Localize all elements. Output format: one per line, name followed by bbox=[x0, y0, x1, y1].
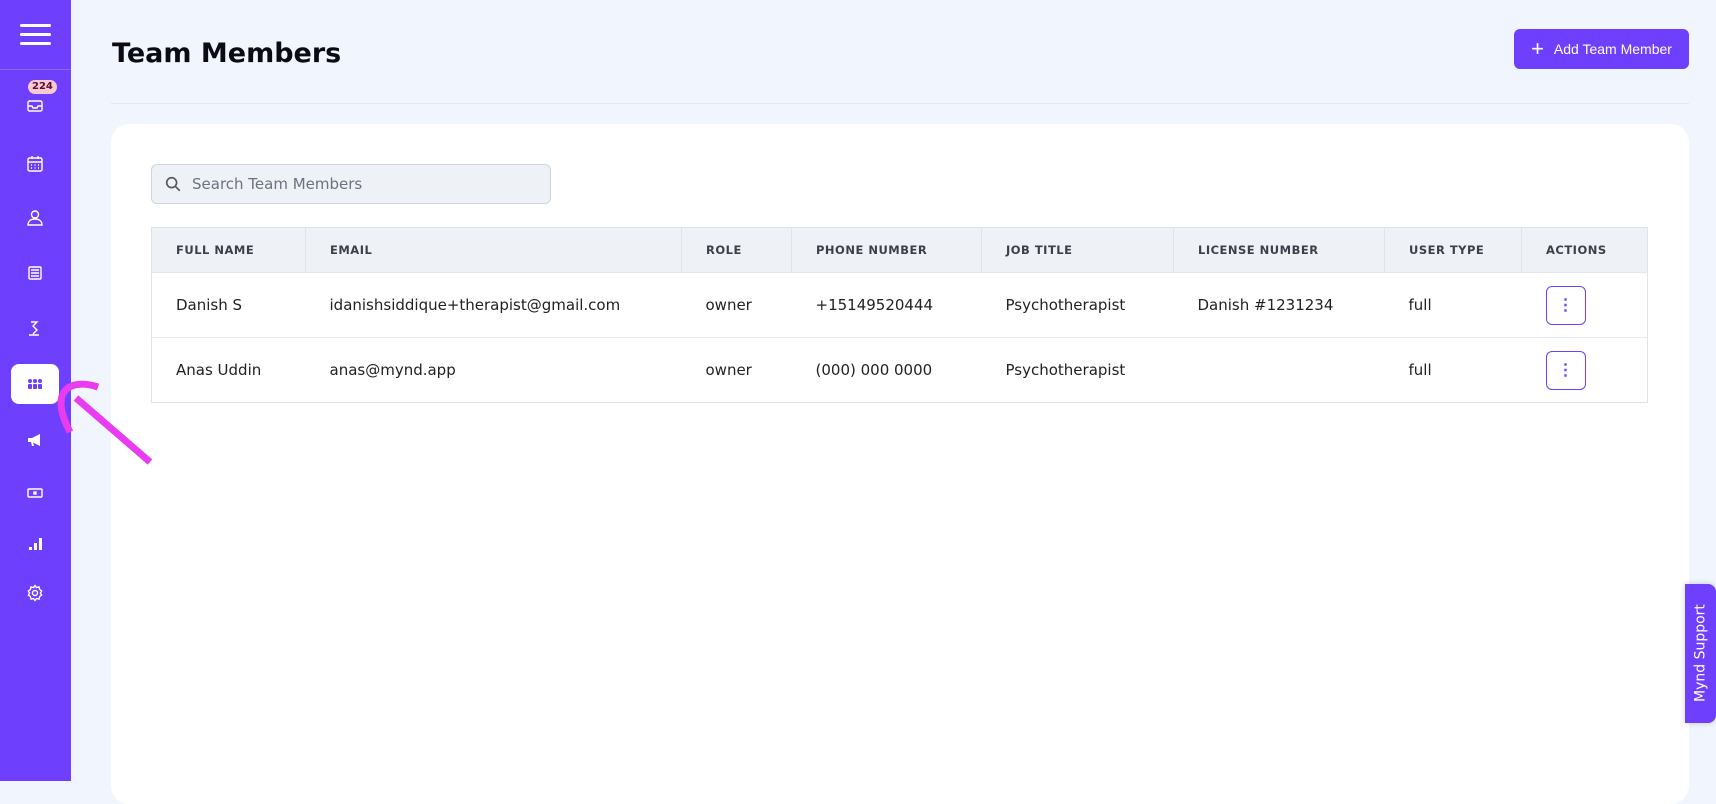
table-header-row: FULL NAME EMAIL ROLE PHONE NUMBER JOB TI… bbox=[151, 227, 1648, 273]
search-icon bbox=[165, 176, 181, 192]
sidebar-item-billing[interactable] bbox=[11, 473, 59, 513]
cell-full-name: Danish S bbox=[151, 272, 306, 338]
inbox-count-badge: 224 bbox=[28, 80, 57, 94]
cell-email: anas@mynd.app bbox=[305, 337, 682, 403]
cell-user-type: full bbox=[1384, 272, 1522, 338]
sidebar: 224 bbox=[0, 0, 71, 781]
money-icon bbox=[27, 488, 43, 498]
header-divider bbox=[111, 103, 1689, 104]
add-team-member-button[interactable]: + Add Team Member bbox=[1514, 29, 1689, 69]
notes-icon bbox=[28, 266, 42, 280]
user-icon bbox=[27, 210, 43, 226]
sidebar-item-marketing[interactable] bbox=[11, 420, 59, 460]
table-row: Danish S idanishsiddique+therapist@gmail… bbox=[151, 272, 1648, 338]
bar-chart-icon bbox=[29, 538, 42, 550]
cell-phone: (000) 000 0000 bbox=[791, 337, 982, 403]
cell-full-name: Anas Uddin bbox=[151, 337, 306, 403]
cell-user-type: full bbox=[1384, 337, 1522, 403]
sidebar-item-reports[interactable] bbox=[11, 524, 59, 564]
sidebar-divider bbox=[0, 69, 71, 70]
hamburger-menu-icon[interactable] bbox=[20, 24, 51, 46]
column-header[interactable]: EMAIL bbox=[305, 227, 682, 273]
team-icon bbox=[28, 379, 42, 389]
column-header[interactable]: ROLE bbox=[681, 227, 792, 273]
cell-license bbox=[1173, 337, 1385, 403]
sidebar-item-calendar[interactable] bbox=[11, 144, 59, 184]
cell-job-title: Psychotherapist bbox=[981, 337, 1174, 403]
row-actions-menu-button[interactable]: ⋮ bbox=[1545, 285, 1586, 325]
row-actions-menu-button[interactable]: ⋮ bbox=[1545, 350, 1586, 390]
column-header[interactable]: LICENSE NUMBER bbox=[1173, 227, 1385, 273]
column-header: ACTIONS bbox=[1521, 227, 1648, 273]
column-header[interactable]: FULL NAME bbox=[151, 227, 306, 273]
sidebar-item-team[interactable] bbox=[11, 364, 59, 404]
cell-role: owner bbox=[681, 337, 792, 403]
sidebar-item-wellness[interactable] bbox=[11, 308, 59, 348]
column-header[interactable]: PHONE NUMBER bbox=[791, 227, 982, 273]
plus-icon: + bbox=[1531, 36, 1544, 61]
search-input[interactable] bbox=[192, 175, 532, 193]
sidebar-item-clients[interactable] bbox=[11, 198, 59, 238]
team-members-card: FULL NAME EMAIL ROLE PHONE NUMBER JOB TI… bbox=[111, 124, 1689, 804]
column-header[interactable]: USER TYPE bbox=[1384, 227, 1522, 273]
mynd-support-tab[interactable]: Mynd Support bbox=[1685, 584, 1716, 723]
sidebar-item-notes[interactable] bbox=[11, 253, 59, 293]
sidebar-item-inbox[interactable]: 224 bbox=[11, 80, 59, 125]
add-team-member-label: Add Team Member bbox=[1553, 41, 1672, 57]
calendar-icon bbox=[27, 156, 43, 172]
cell-phone: +15149520444 bbox=[791, 272, 982, 338]
cell-role: owner bbox=[681, 272, 792, 338]
cell-license: Danish #1231234 bbox=[1173, 272, 1385, 338]
cell-actions: ⋮ bbox=[1521, 272, 1648, 338]
table-row: Anas Uddin anas@mynd.app owner (000) 000… bbox=[151, 337, 1648, 403]
page-title: Team Members bbox=[112, 38, 342, 69]
column-header[interactable]: JOB TITLE bbox=[981, 227, 1174, 273]
gear-icon bbox=[27, 584, 43, 602]
cell-job-title: Psychotherapist bbox=[981, 272, 1174, 338]
plant-icon bbox=[29, 321, 39, 336]
megaphone-icon bbox=[28, 434, 40, 446]
cell-email: idanishsiddique+therapist@gmail.com bbox=[305, 272, 682, 338]
cell-actions: ⋮ bbox=[1521, 337, 1648, 403]
search-box[interactable] bbox=[151, 164, 551, 204]
team-members-table: FULL NAME EMAIL ROLE PHONE NUMBER JOB TI… bbox=[151, 227, 1648, 403]
inbox-icon bbox=[27, 100, 43, 112]
sidebar-item-settings[interactable] bbox=[11, 573, 59, 613]
